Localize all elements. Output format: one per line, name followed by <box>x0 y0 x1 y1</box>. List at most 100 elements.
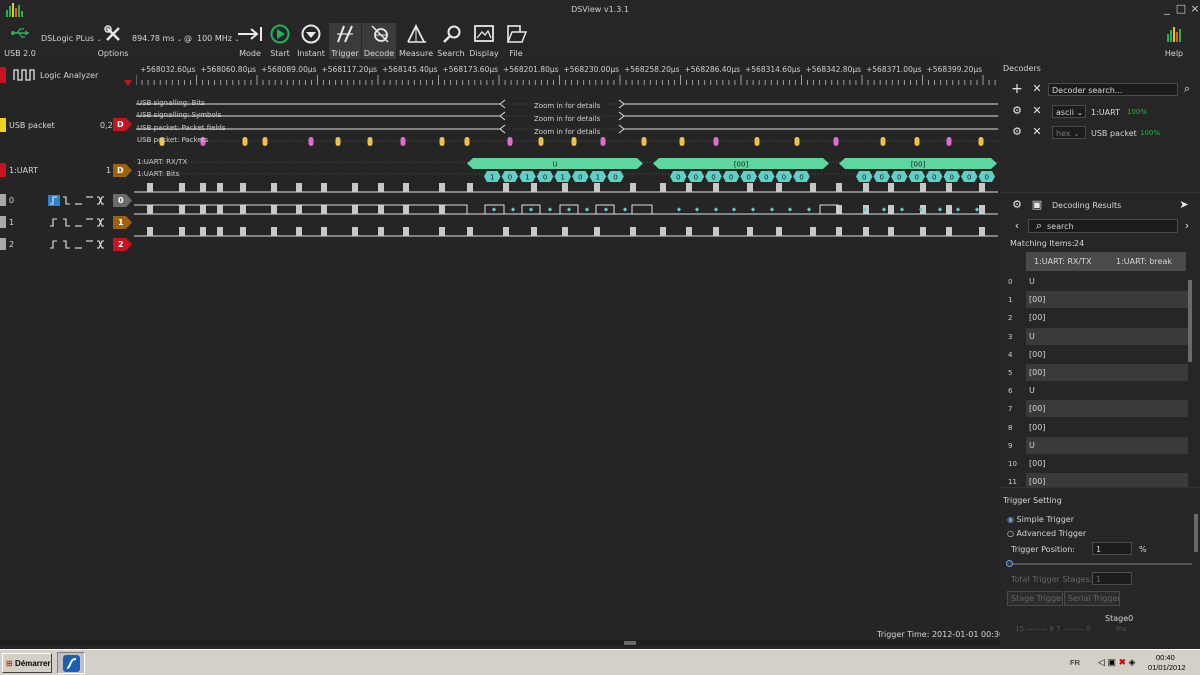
trigger-options-icon[interactable] <box>48 239 108 250</box>
duration-select[interactable]: 894.78 ms ⌄ <box>132 34 182 46</box>
total-stages-select[interactable]: 1 <box>1092 572 1132 585</box>
trigger-scrollbar[interactable] <box>1194 514 1198 552</box>
sample-block <box>776 183 782 192</box>
result-row[interactable]: 0U <box>1002 273 1188 291</box>
start-button[interactable]: Start <box>266 23 294 59</box>
stage-trigger-tab[interactable]: Stage Trigger <box>1007 591 1063 606</box>
help-button[interactable]: Help <box>1160 23 1188 59</box>
results-settings-icon[interactable]: ⚙ <box>1010 198 1024 212</box>
channel-color[interactable] <box>0 216 6 228</box>
minimize-button[interactable]: _ <box>1160 2 1174 15</box>
usb-packet-marker[interactable] <box>464 137 470 146</box>
uart-color[interactable] <box>0 163 6 177</box>
usb-packet-marker[interactable] <box>754 137 760 146</box>
dsview-task-button[interactable] <box>57 652 85 674</box>
cursor-marker-icon[interactable] <box>124 80 132 86</box>
result-row[interactable]: 10 [00] <box>1002 455 1188 473</box>
usb-packet-marker[interactable] <box>914 137 920 146</box>
instant-button[interactable]: Instant <box>296 23 326 59</box>
measure-button[interactable]: Measure <box>399 23 433 59</box>
decoder-format-select[interactable]: hex ⌄ <box>1052 126 1086 139</box>
result-row[interactable]: 3U <box>1002 327 1188 346</box>
results-search-input[interactable]: search <box>1028 219 1178 233</box>
result-row[interactable]: 2 [00] <box>1002 309 1188 327</box>
navigate-icon[interactable]: ➤ <box>1177 198 1191 212</box>
device-select[interactable]: DSLogic PLus ⌄ <box>41 34 102 46</box>
result-row[interactable]: 1 [00] <box>1002 291 1188 309</box>
usb-packet-marker[interactable] <box>335 137 341 146</box>
result-row[interactable]: 5 [00] <box>1002 364 1188 382</box>
trigger-position-slider[interactable] <box>1006 560 1192 567</box>
channel-color[interactable] <box>0 238 6 250</box>
trigger-options-icon[interactable] <box>48 195 108 206</box>
usb-packet-marker[interactable] <box>571 137 577 146</box>
channel-color[interactable] <box>0 194 6 206</box>
decoder-remove-icon[interactable]: ✕ <box>1030 125 1044 139</box>
next-icon[interactable]: › <box>1180 219 1194 233</box>
system-tray-icons[interactable]: ◁ ▣ ✖ ◈ <box>1098 657 1135 668</box>
close-button[interactable]: × <box>1188 2 1200 15</box>
wrench-screwdriver-icon <box>104 25 120 41</box>
samplerate-select[interactable]: 100 MHz ⌄ <box>197 34 240 46</box>
result-row[interactable]: 4 [00] <box>1002 346 1188 364</box>
usb-packet-marker[interactable] <box>538 137 544 146</box>
decoder-format-select[interactable]: ascii ⌄ <box>1052 105 1086 118</box>
add-decoder-icon[interactable]: + <box>1010 82 1024 96</box>
usb-packet-marker[interactable] <box>308 137 314 146</box>
delete-decoder-icon[interactable]: ✕ <box>1030 82 1044 96</box>
sample-block <box>352 227 358 236</box>
display-button[interactable]: Display <box>469 23 499 59</box>
save-icon[interactable]: ▣ <box>1030 198 1044 212</box>
search-button[interactable]: Search <box>436 23 466 59</box>
options-button[interactable]: Options <box>96 23 130 59</box>
result-row[interactable]: 7 [00] <box>1002 400 1188 418</box>
column-header-break[interactable]: 1:UART: break <box>1116 257 1172 266</box>
maximize-button[interactable]: □ <box>1174 2 1188 15</box>
decoder-settings-icon[interactable]: ⚙ <box>1010 125 1024 139</box>
search-icon[interactable]: ⌕ <box>1180 82 1194 96</box>
scrollbar-thumb[interactable] <box>624 641 636 645</box>
trigger-button[interactable]: Trigger <box>329 23 361 59</box>
usb-packet-marker[interactable] <box>880 137 886 146</box>
trigger-position-input[interactable]: 1 <box>1092 542 1132 555</box>
result-row[interactable]: 8 [00] <box>1002 419 1188 437</box>
mode-button[interactable]: Mode <box>236 23 264 59</box>
previous-icon[interactable]: ‹ <box>1010 219 1024 233</box>
sample-block <box>403 183 409 192</box>
usb-packet-marker[interactable] <box>262 137 268 146</box>
decoder-settings-icon[interactable]: ⚙ <box>1010 104 1024 118</box>
advanced-trigger-radio[interactable]: ○ Advanced Trigger <box>1007 529 1086 538</box>
usb-packet-marker[interactable] <box>713 137 719 146</box>
file-button[interactable]: File <box>502 23 530 59</box>
usb-packet-marker[interactable] <box>679 137 685 146</box>
usb-packet-marker[interactable] <box>794 137 800 146</box>
slider-knob[interactable] <box>1006 560 1014 567</box>
result-row[interactable]: 6U <box>1002 382 1188 400</box>
usb-packet-marker[interactable] <box>439 137 445 146</box>
usb-packet-marker[interactable] <box>978 137 984 146</box>
time-ruler[interactable]: +568032.60μs +568060.80μs +568089.00μs +568… <box>136 62 998 86</box>
horizontal-scrollbar[interactable] <box>0 640 1000 646</box>
usb-packet-color[interactable] <box>0 118 6 132</box>
usb-packet-marker[interactable] <box>367 137 373 146</box>
radio-icon: ○ <box>1007 529 1014 538</box>
decoder-remove-icon[interactable]: ✕ <box>1030 104 1044 118</box>
trigger-options-icon[interactable] <box>48 217 108 228</box>
simple-trigger-radio[interactable]: ◉ Simple Trigger <box>1007 515 1074 524</box>
column-header-rxtx[interactable]: 1:UART: RX/TX <box>1034 257 1091 266</box>
decoder-search-input[interactable]: Decoder search... <box>1048 83 1178 96</box>
usb-packet-marker[interactable] <box>507 137 513 146</box>
decode-button[interactable]: Decode <box>362 23 396 59</box>
usb-packet-marker[interactable] <box>641 137 647 146</box>
language-indicator[interactable]: FR <box>1070 658 1080 667</box>
usb-packet-marker[interactable] <box>600 137 606 146</box>
uart-bit-label: 0 <box>880 174 884 182</box>
results-scrollbar[interactable] <box>1188 280 1192 362</box>
usb-packet-marker[interactable] <box>833 137 839 146</box>
serial-trigger-tab[interactable]: Serial Trigger <box>1064 591 1120 606</box>
result-row[interactable]: 9U <box>1002 436 1188 455</box>
usb-packet-marker[interactable] <box>242 137 248 146</box>
usb-packet-marker[interactable] <box>946 137 952 146</box>
usb-packet-marker[interactable] <box>400 137 406 146</box>
start-button[interactable]: ⊞ Démarrer <box>2 653 52 673</box>
